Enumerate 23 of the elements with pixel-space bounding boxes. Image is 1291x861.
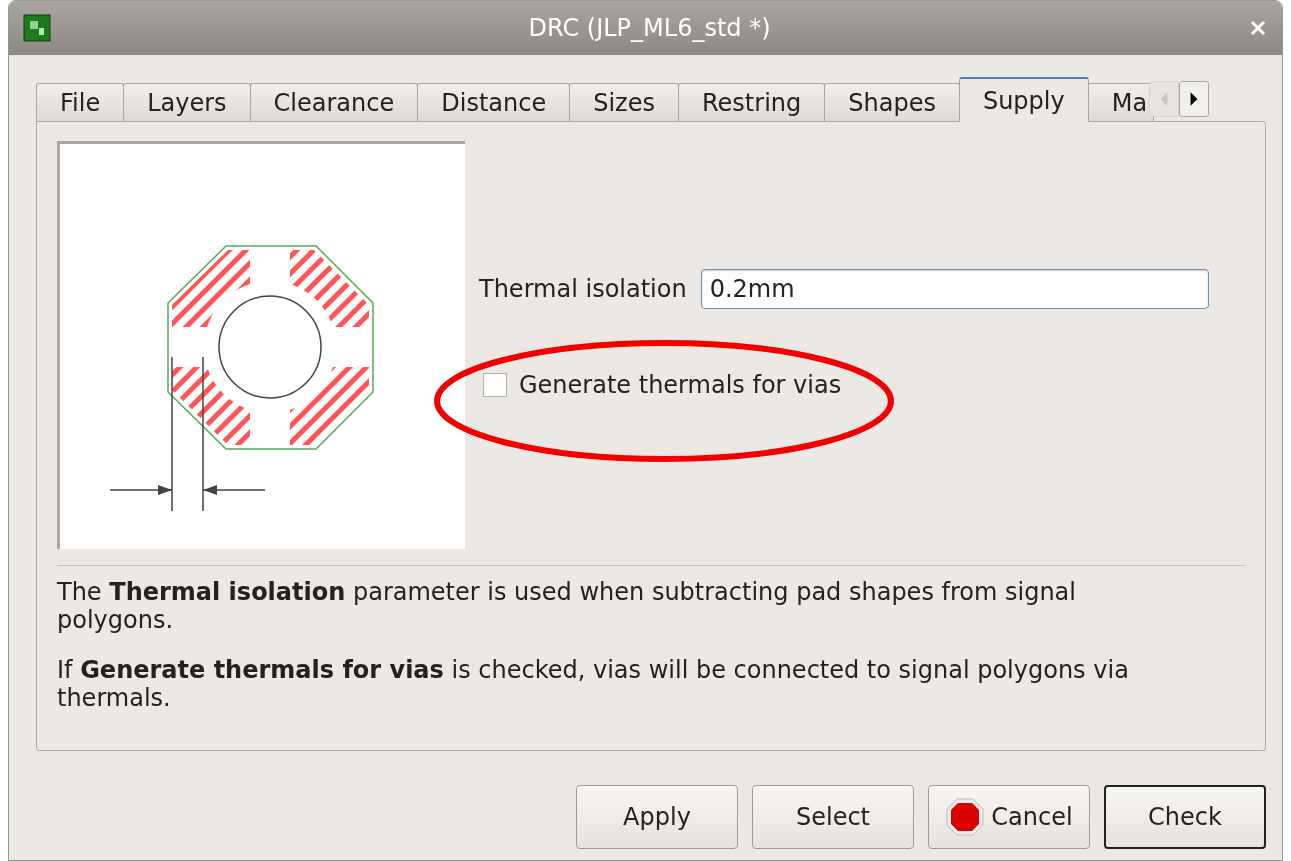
- checkbox[interactable]: [483, 373, 507, 397]
- field-label: Thermal isolation: [479, 275, 687, 303]
- stop-sign-icon: [945, 797, 986, 837]
- description-paragraph: If Generate thermals for vias is checked, vias will be connected to signal polygons via thermals.: [57, 656, 1130, 712]
- dialog-button[interactable]: Apply: [576, 785, 738, 849]
- tab[interactable]: Shapes: [824, 83, 960, 121]
- description-paragraph: The Thermal isolation parameter is used when subtracting pad shapes from signal polygons.: [57, 578, 1077, 634]
- scroll-right-button[interactable]: [1179, 81, 1210, 117]
- dialog-button[interactable]: Check: [1104, 785, 1266, 849]
- checkbox-label[interactable]: Generate thermals for vias: [519, 371, 842, 399]
- tab[interactable]: Supply: [958, 77, 1089, 122]
- tab[interactable]: File: [36, 83, 125, 121]
- tab[interactable]: Layers: [123, 83, 251, 121]
- app-icon: [23, 14, 51, 42]
- dialog-button[interactable]: Select: [752, 785, 914, 849]
- close-icon[interactable]: [1248, 18, 1268, 38]
- cancel-button[interactable]: Cancel: [928, 785, 1090, 849]
- window-title: DRC (JLP_ML6_std *): [527, 14, 772, 42]
- tab[interactable]: Restring: [678, 83, 826, 121]
- tab[interactable]: Distance: [417, 83, 571, 121]
- tab[interactable]: Clearance: [249, 83, 419, 121]
- tab[interactable]: Sizes: [569, 83, 679, 121]
- thermal-isolation-field[interactable]: 0.2mm: [700, 269, 1209, 309]
